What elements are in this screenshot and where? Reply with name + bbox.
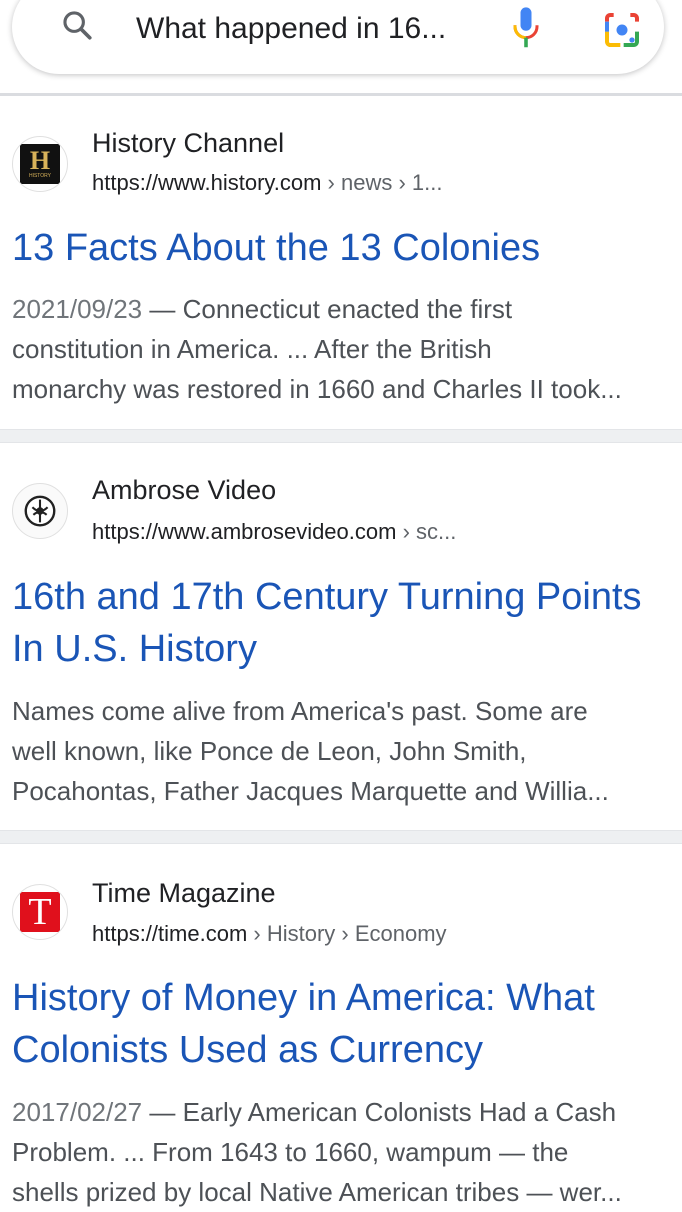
result-date: 2017/02/27 (12, 1097, 143, 1127)
search-result: T Time Magazine https://time.com › Histo… (0, 844, 682, 1207)
history-logo-icon: H HISTORY (12, 136, 68, 192)
snippet-text: — Connecticut enacted the first (149, 294, 513, 324)
snippet-line: 2017/02/27 — Early American Colonists Ha… (12, 1092, 672, 1132)
result-title-link[interactable]: 13 Facts About the 13 Colonies (12, 222, 672, 274)
title-line: 16th and 17th Century Turning Points (12, 576, 642, 618)
snippet-line: constitution in America. ... After the B… (12, 334, 492, 364)
search-result: H HISTORY History Channel https://www.hi… (0, 96, 682, 431)
search-query-text[interactable]: What happened in 16... (136, 10, 446, 48)
snippet-line: shells prized by local Native American t… (12, 1177, 622, 1207)
ambrose-emblem-icon (24, 495, 56, 527)
result-title-link[interactable]: History of Money in America: What Coloni… (12, 972, 672, 1076)
url-path: › news › 1... (321, 170, 443, 195)
site-url[interactable]: https://www.history.com › news › 1... (92, 170, 442, 196)
search-header: What happened in 16... (0, 0, 682, 96)
result-title-link[interactable]: 16th and 17th Century Turning Points In … (12, 571, 672, 675)
snippet-line: monarchy was restored in 1660 and Charle… (12, 374, 622, 404)
site-name[interactable]: Time Magazine (92, 878, 276, 909)
url-base: https://time.com (92, 921, 248, 946)
url-path: › sc... (396, 519, 457, 544)
snippet-line: Pocahontas, Father Jacques Marquette and… (12, 776, 609, 806)
microphone-icon[interactable] (509, 6, 543, 50)
result-snippet: 2021/09/23 — Connecticut enacted the fir… (12, 289, 672, 409)
url-base: https://www.ambrosevideo.com (92, 519, 397, 544)
title-line: History of Money in America: What (12, 977, 595, 1019)
favicon-letter: H (29, 145, 51, 175)
result-snippet: Names come alive from America's past. So… (12, 691, 672, 811)
snippet-line: Names come alive from America's past. So… (12, 696, 588, 726)
site-url[interactable]: https://www.ambrosevideo.com › sc... (92, 519, 456, 545)
title-line: In U.S. History (12, 628, 257, 670)
title-line: Colonists Used as Currency (12, 1029, 483, 1071)
search-box[interactable]: What happened in 16... (12, 0, 664, 74)
result-separator (0, 830, 682, 844)
result-snippet: 2017/02/27 — Early American Colonists Ha… (12, 1092, 672, 1212)
url-path: › History › Economy (247, 921, 447, 946)
search-icon[interactable] (60, 8, 94, 42)
result-separator (0, 429, 682, 443)
snippet-line: 2021/09/23 — Connecticut enacted the fir… (12, 289, 672, 329)
snippet-line: Problem. ... From 1643 to 1660, wampum —… (12, 1137, 569, 1167)
site-name[interactable]: Ambrose Video (92, 475, 276, 506)
url-base: https://www.history.com (92, 170, 322, 195)
snippet-line: well known, like Ponce de Leon, John Smi… (12, 736, 527, 766)
result-date: 2021/09/23 (12, 294, 143, 324)
search-result: Ambrose Video https://www.ambrosevideo.c… (0, 443, 682, 829)
google-lens-icon[interactable] (602, 10, 642, 50)
site-url[interactable]: https://time.com › History › Economy (92, 921, 447, 947)
ambrose-logo-icon (12, 483, 68, 539)
favicon-subtext: HISTORY (28, 172, 52, 179)
site-name[interactable]: History Channel (92, 128, 284, 159)
snippet-text: — Early American Colonists Had a Cash (149, 1097, 617, 1127)
favicon-letter: T (28, 891, 52, 933)
time-logo-icon: T (12, 884, 68, 940)
